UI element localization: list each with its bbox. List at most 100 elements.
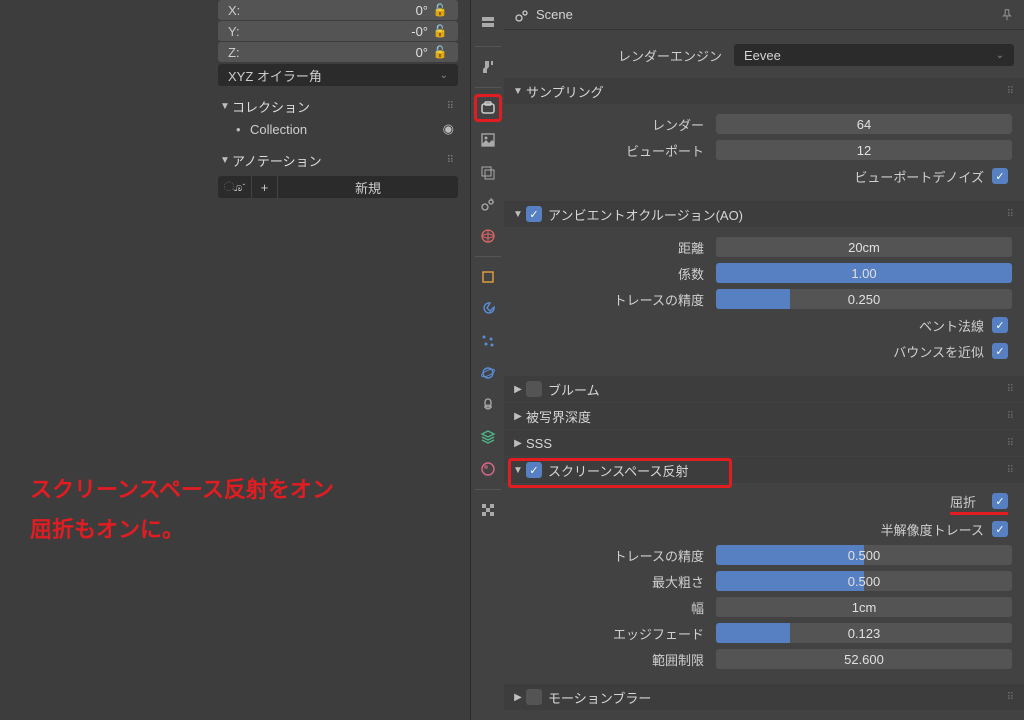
scene-icon[interactable] bbox=[514, 7, 530, 23]
grip-icon[interactable]: ⠿ bbox=[447, 155, 458, 166]
rotation-x-row[interactable]: X: 0° 🔓 bbox=[218, 0, 458, 20]
material-tab-icon[interactable] bbox=[474, 455, 502, 483]
annotation-section-header[interactable]: ▼ アノテーション ⠿ bbox=[218, 148, 458, 172]
lock-icon[interactable]: 🔓 bbox=[432, 3, 448, 17]
ssr-rough-label: 最大粗さ bbox=[516, 572, 716, 591]
collection-item[interactable]: • Collection ◉ bbox=[218, 118, 458, 140]
grip-icon[interactable]: ⠿ bbox=[447, 101, 458, 112]
object-tab-icon[interactable] bbox=[474, 263, 502, 291]
ssr-header[interactable]: ▼ ✓ スクリーンスペース反射 ⠿ bbox=[504, 457, 1024, 483]
ssr-checkbox[interactable]: ✓ bbox=[526, 462, 542, 478]
rotation-mode-dropdown[interactable]: XYZ オイラー角 ⌄ bbox=[218, 64, 458, 86]
physics-tab-icon[interactable] bbox=[474, 359, 502, 387]
motion-blur-checkbox[interactable] bbox=[526, 689, 542, 705]
constraints-tab-icon[interactable] bbox=[474, 391, 502, 419]
triangle-down-icon: ▼ bbox=[510, 209, 526, 220]
render-samples-row: レンダー 64 bbox=[516, 112, 1012, 136]
bloom-header[interactable]: ▶ ブルーム ⠿ bbox=[504, 376, 1024, 402]
sss-header[interactable]: ▶ SSS ⠿ bbox=[504, 430, 1024, 456]
particle-tab-icon[interactable] bbox=[474, 327, 502, 355]
grip-icon[interactable]: ⠿ bbox=[1007, 438, 1018, 449]
rotation-y-row[interactable]: Y: -0° 🔓 bbox=[218, 21, 458, 41]
annotation-layers-icon[interactable]: ೂˇ bbox=[218, 176, 252, 198]
ao-bounce-checkbox[interactable]: ✓ bbox=[992, 343, 1008, 359]
eye-icon[interactable]: ◉ bbox=[443, 121, 458, 137]
annotation-section-title: アノテーション bbox=[232, 151, 322, 170]
ao-bent-checkbox[interactable]: ✓ bbox=[992, 317, 1008, 333]
grip-icon[interactable]: ⠿ bbox=[1007, 465, 1018, 476]
triangle-down-icon: ▼ bbox=[218, 101, 232, 112]
ssr-trace-label: トレースの精度 bbox=[516, 546, 716, 565]
lock-icon[interactable]: 🔓 bbox=[432, 45, 448, 59]
ssr-halfres-checkbox[interactable]: ✓ bbox=[992, 521, 1008, 537]
viewport-samples-label: ビューポート bbox=[516, 141, 716, 160]
add-button[interactable]: + bbox=[252, 176, 278, 198]
editor-type-icon[interactable] bbox=[474, 8, 502, 36]
sampling-panel: ▼ サンプリング ⠿ レンダー 64 ビューポート 12 ビューポートデノイズ … bbox=[504, 78, 1024, 200]
ao-trace-field[interactable]: 0.250 bbox=[716, 289, 1012, 309]
ao-header[interactable]: ▼ ✓ アンビエントオクルージョン(AO) ⠿ bbox=[504, 201, 1024, 227]
scene-tab-icon[interactable] bbox=[474, 190, 502, 218]
render-tab-icon[interactable] bbox=[474, 94, 502, 122]
triangle-right-icon: ▶ bbox=[510, 411, 526, 422]
bloom-checkbox[interactable] bbox=[526, 381, 542, 397]
viewport-samples-field[interactable]: 12 bbox=[716, 140, 1012, 160]
motion-blur-header[interactable]: ▶ モーションブラー ⠿ bbox=[504, 684, 1024, 710]
left-sidebar: X: 0° 🔓 Y: -0° 🔓 Z: 0° 🔓 XYZ オイラー角 ⌄ ▼ コ… bbox=[0, 0, 470, 720]
tool-tab-icon[interactable] bbox=[474, 53, 502, 81]
ao-trace-label: トレースの精度 bbox=[516, 290, 716, 309]
grip-icon[interactable]: ⠿ bbox=[1007, 86, 1018, 97]
sampling-title: サンプリング bbox=[526, 82, 604, 101]
ssr-trace-field[interactable]: 0.500 bbox=[716, 545, 1012, 565]
grip-icon[interactable]: ⠿ bbox=[1007, 209, 1018, 220]
motion-blur-panel: ▶ モーションブラー ⠿ bbox=[504, 684, 1024, 710]
output-tab-icon[interactable] bbox=[474, 126, 502, 154]
grip-icon[interactable]: ⠿ bbox=[1007, 692, 1018, 703]
grip-icon[interactable]: ⠿ bbox=[1007, 384, 1018, 395]
ssr-refraction-checkbox[interactable]: ✓ bbox=[992, 493, 1008, 509]
overlay-line-2: 屈折もオンに。 bbox=[30, 510, 334, 550]
rotation-z-row[interactable]: Z: 0° 🔓 bbox=[218, 42, 458, 62]
triangle-down-icon: ▼ bbox=[510, 465, 526, 476]
pin-icon[interactable] bbox=[1000, 8, 1014, 22]
sss-panel: ▶ SSS ⠿ bbox=[504, 430, 1024, 456]
ssr-clamp-field[interactable]: 52.600 bbox=[716, 649, 1012, 669]
render-samples-label: レンダー bbox=[516, 115, 716, 134]
viewport-denoise-label: ビューポートデノイズ bbox=[854, 167, 984, 186]
ssr-width-field[interactable]: 1cm bbox=[716, 597, 1012, 617]
collection-section-header[interactable]: ▼ コレクション ⠿ bbox=[218, 94, 458, 118]
triangle-down-icon: ▼ bbox=[218, 155, 232, 166]
ao-bounce-label: バウンスを近似 bbox=[893, 342, 984, 361]
grip-icon[interactable]: ⠿ bbox=[1007, 411, 1018, 422]
render-engine-label: レンダーエンジン bbox=[514, 46, 734, 65]
header-title: Scene bbox=[536, 7, 573, 22]
sampling-header[interactable]: ▼ サンプリング ⠿ bbox=[504, 78, 1024, 104]
ao-factor-field[interactable]: 1.00 bbox=[716, 263, 1012, 283]
chevron-down-icon: ⌄ bbox=[996, 50, 1004, 61]
rotation-y-label: Y: bbox=[228, 24, 258, 39]
render-samples-field[interactable]: 64 bbox=[716, 114, 1012, 134]
dof-header[interactable]: ▶ 被写界深度 ⠿ bbox=[504, 403, 1024, 429]
world-tab-icon[interactable] bbox=[474, 222, 502, 250]
texture-tab-icon[interactable] bbox=[474, 496, 502, 524]
ssr-rough-field[interactable]: 0.500 bbox=[716, 571, 1012, 591]
data-tab-icon[interactable] bbox=[474, 423, 502, 451]
properties-header: Scene bbox=[504, 0, 1024, 30]
rotation-z-value: 0° bbox=[258, 45, 428, 60]
annotation-new-button[interactable]: 新規 bbox=[278, 176, 458, 198]
ao-checkbox[interactable]: ✓ bbox=[526, 206, 542, 222]
ssr-refraction-label: 屈折 bbox=[950, 492, 976, 511]
ao-distance-field[interactable]: 20cm bbox=[716, 237, 1012, 257]
overlay-line-1: スクリーンスペース反射をオン bbox=[30, 470, 334, 510]
rotation-mode-value: XYZ オイラー角 bbox=[228, 66, 322, 85]
modifier-tab-icon[interactable] bbox=[474, 295, 502, 323]
lock-icon[interactable]: 🔓 bbox=[432, 24, 448, 38]
render-engine-dropdown[interactable]: Eevee ⌄ bbox=[734, 44, 1014, 66]
viewport-denoise-checkbox[interactable]: ✓ bbox=[992, 168, 1008, 184]
sss-title: SSS bbox=[526, 436, 552, 451]
rotation-y-value: -0° bbox=[258, 24, 428, 39]
viewlayer-tab-icon[interactable] bbox=[474, 158, 502, 186]
ssr-edge-field[interactable]: 0.123 bbox=[716, 623, 1012, 643]
ao-bent-label: ベント法線 bbox=[919, 316, 984, 335]
instruction-overlay: スクリーンスペース反射をオン 屈折もオンに。 bbox=[30, 470, 334, 549]
